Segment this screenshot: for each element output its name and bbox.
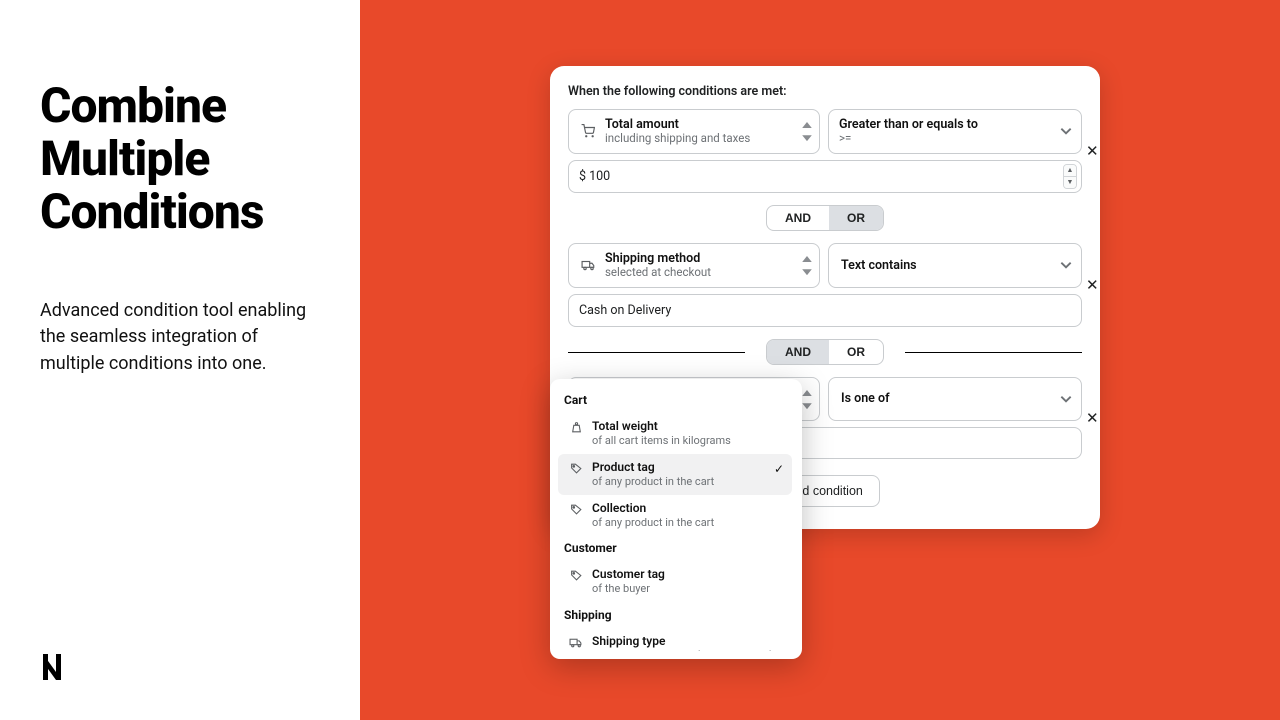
operator-label: Is one of	[841, 391, 890, 406]
value-text: $ 100	[579, 169, 610, 184]
hero-panel: When the following conditions are met: T…	[360, 0, 1280, 720]
or-toggle[interactable]: OR	[829, 206, 883, 230]
operator-select[interactable]: Is one of	[828, 377, 1082, 422]
dropdown-group-heading: Cart	[554, 387, 796, 413]
dropdown-item-label: Shipping type	[592, 634, 773, 649]
remove-condition-button[interactable]: ✕	[1086, 144, 1100, 158]
dropdown-item-label: Total weight	[592, 419, 731, 434]
value-input[interactable]: $ 100 ▲ ▼	[568, 160, 1082, 193]
cart-icon	[579, 124, 597, 138]
sort-caret-icon	[801, 122, 813, 140]
dropdown-item-sub: of all cart items in kilograms	[592, 434, 731, 448]
dropdown-group-heading: Customer	[554, 535, 796, 561]
and-toggle[interactable]: AND	[767, 340, 829, 364]
dropdown-item-label: Product tag	[592, 460, 714, 475]
more-conditions-label: ...and 20+ more conditions	[890, 480, 1094, 500]
sort-caret-icon	[801, 256, 813, 274]
chevron-down-icon	[1059, 392, 1073, 406]
condition-block: Shipping method selected at checkout Tex…	[568, 243, 1082, 327]
join-toggle-row: AND OR	[568, 339, 1082, 365]
operator-label: Greater than or equals to	[839, 117, 978, 132]
dropdown-item-product-tag[interactable]: Product tag of any product in the cart ✓	[558, 454, 792, 495]
dropdown-item-total-weight[interactable]: Total weight of all cart items in kilogr…	[558, 413, 792, 454]
condition-type-label: Shipping method	[605, 251, 711, 266]
sort-caret-icon	[801, 390, 813, 408]
marketing-sidebar: Combine Multiple Conditions Advanced con…	[0, 0, 360, 720]
chevron-down-icon	[1059, 124, 1073, 138]
condition-type-sub: including shipping and taxes	[605, 132, 750, 146]
dropdown-group-heading: Shipping	[554, 602, 796, 628]
tag-icon	[568, 501, 584, 516]
chevron-down-icon	[1059, 258, 1073, 272]
conditions-card: When the following conditions are met: T…	[550, 66, 1100, 529]
condition-block: Total amount including shipping and taxe…	[568, 109, 1082, 193]
dropdown-scroll[interactable]: Cart Total weight of all cart items in k…	[554, 387, 798, 651]
join-toggle: AND OR	[766, 339, 884, 365]
condition-type-sub: selected at checkout	[605, 266, 711, 280]
tag-icon	[568, 460, 584, 475]
truck-icon	[579, 258, 597, 272]
condition-type-select[interactable]: Shipping method selected at checkout	[568, 243, 820, 288]
headline: Combine Multiple Conditions	[40, 80, 320, 238]
operator-select[interactable]: Text contains	[828, 243, 1082, 288]
dropdown-item-customer-tag[interactable]: Customer tag of the buyer	[558, 561, 792, 602]
weight-icon	[568, 419, 584, 434]
remove-condition-button[interactable]: ✕	[1086, 278, 1100, 292]
dropdown-item-label: Collection	[592, 501, 714, 516]
truck-icon	[568, 634, 584, 649]
dropdown-item-label: Customer tag	[592, 567, 665, 582]
step-down-icon[interactable]: ▼	[1064, 177, 1076, 188]
tag-icon	[568, 567, 584, 582]
subheadline: Advanced condition tool enabling the sea…	[40, 298, 320, 376]
operator-select[interactable]: Greater than or equals to >=	[828, 109, 1082, 154]
dropdown-item-sub: selected at checkout (local pick-up,..)	[592, 649, 773, 651]
dropdown-item-collection[interactable]: Collection of any product in the cart	[558, 495, 792, 536]
remove-condition-button[interactable]: ✕	[1086, 411, 1100, 425]
dropdown-item-sub: of any product in the cart	[592, 475, 714, 489]
brand-logo	[40, 654, 64, 680]
join-toggle-row: AND OR	[568, 205, 1082, 231]
number-stepper[interactable]: ▲ ▼	[1063, 164, 1077, 189]
dropdown-item-sub: of the buyer	[592, 582, 665, 596]
dropdown-item-shipping-type[interactable]: Shipping type selected at checkout (loca…	[558, 628, 792, 651]
value-input[interactable]: Cash on Delivery	[568, 294, 1082, 327]
condition-type-label: Total amount	[605, 117, 750, 132]
condition-type-select[interactable]: Total amount including shipping and taxe…	[568, 109, 820, 154]
check-icon: ✓	[774, 462, 784, 476]
and-toggle[interactable]: AND	[767, 206, 829, 230]
operator-label: Text contains	[841, 258, 917, 273]
card-heading: When the following conditions are met:	[568, 84, 1082, 99]
operator-sub: >=	[839, 132, 978, 146]
condition-dropdown: Cart Total weight of all cart items in k…	[550, 379, 802, 659]
value-text: Cash on Delivery	[579, 303, 671, 318]
dropdown-item-sub: of any product in the cart	[592, 516, 714, 530]
or-toggle[interactable]: OR	[829, 340, 883, 364]
step-up-icon[interactable]: ▲	[1064, 165, 1076, 177]
join-toggle: AND OR	[766, 205, 884, 231]
